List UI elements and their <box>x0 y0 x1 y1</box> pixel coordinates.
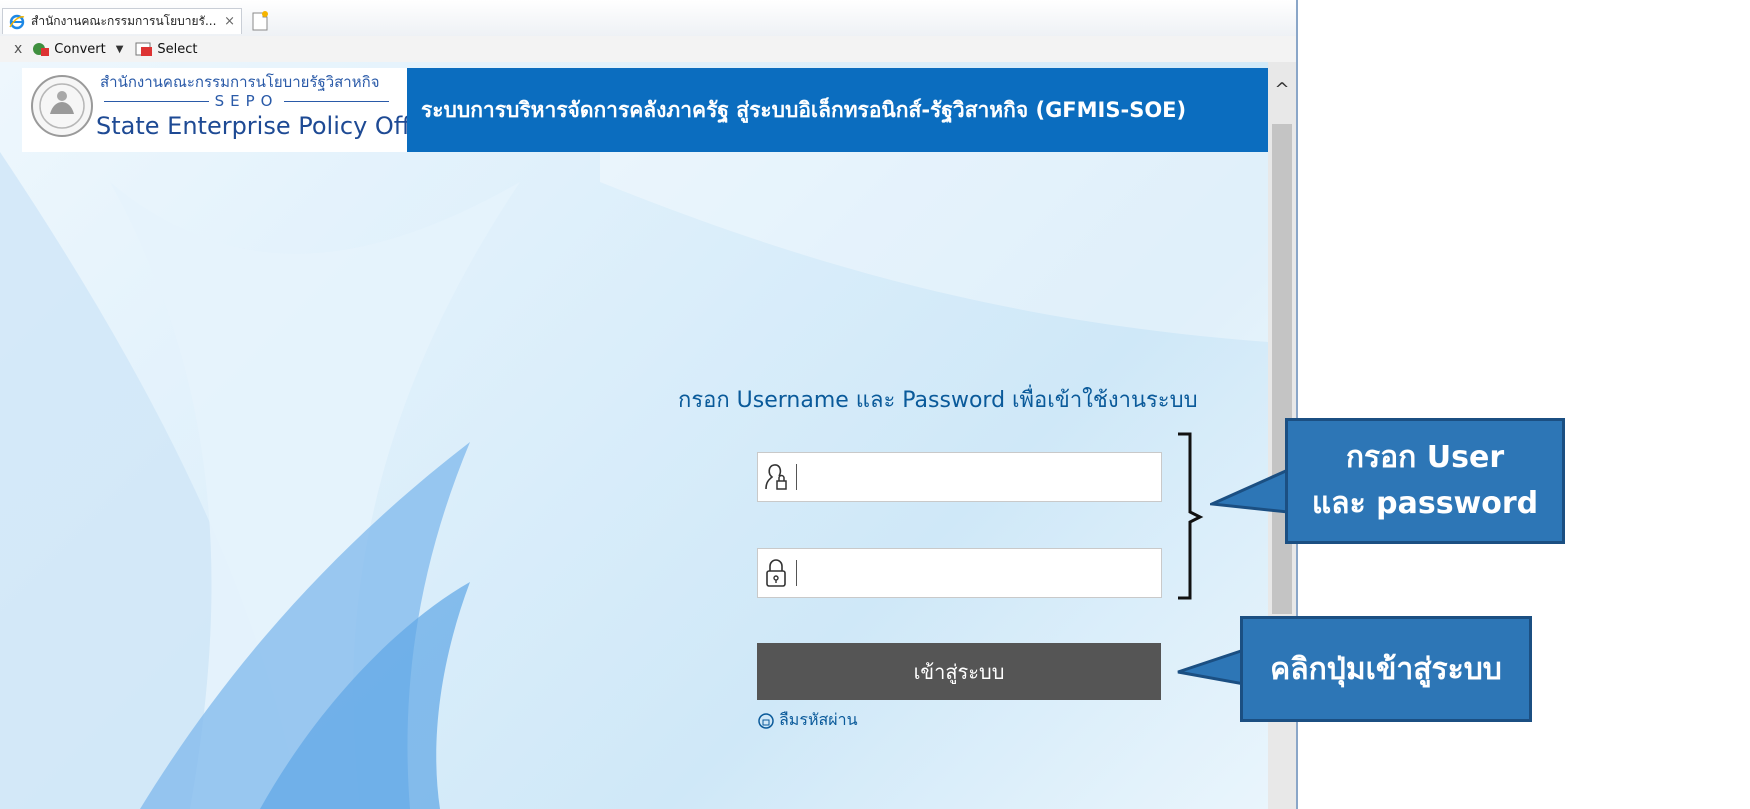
convert-icon <box>33 43 50 56</box>
convert-label: Convert <box>54 41 106 57</box>
callout-2-pointer <box>1177 648 1246 686</box>
logo-abbr: SEPO <box>104 92 390 110</box>
login-prompt: กรอก Username และ Password เพื่อเข้าใช้ง… <box>678 388 1198 413</box>
callout-login-button: คลิกปุ่มเข้าสู่ระบบ <box>1240 616 1532 722</box>
padlock-icon <box>766 559 786 587</box>
seal-logo-icon <box>31 75 93 137</box>
browser-tab[interactable]: สำนักงานคณะกรรมการนโยบายรั... × <box>2 8 242 34</box>
tab-close-icon[interactable]: × <box>224 14 235 29</box>
tab-bar: สำนักงานคณะกรรมการนโยบายรั... × <box>0 0 1296 37</box>
select-label: Select <box>157 41 198 57</box>
header-bar: ระบบการบริหารจัดการคลังภาครัฐ สู่ระบบอิเ… <box>407 68 1268 152</box>
logo-panel: สำนักงานคณะกรรมการนโยบายรัฐวิสาหกิจ SEPO… <box>22 68 445 152</box>
username-input[interactable] <box>797 456 1161 498</box>
logo-english-text: State Enterprise Policy Office <box>96 112 445 140</box>
logo-abbr-text: SEPO <box>214 92 279 110</box>
password-input[interactable] <box>797 552 1161 594</box>
bracket-annotation <box>1178 432 1204 600</box>
chevron-down-icon[interactable]: ▼ <box>116 44 124 55</box>
page-content: สำนักงานคณะกรรมการนโยบายรัฐวิสาหกิจ SEPO… <box>0 62 1268 809</box>
logo-thai-text: สำนักงานคณะกรรมการนโยบายรัฐวิสาหกิจ <box>100 73 380 91</box>
callout-1-line-1: กรอก User <box>1345 440 1505 475</box>
forgot-icon <box>758 712 774 729</box>
tab-title: สำนักงานคณะกรรมการนโยบายรั... <box>31 14 217 28</box>
forgot-label: ลืมรหัสผ่าน <box>779 710 858 729</box>
ie-icon <box>9 14 25 29</box>
password-field[interactable] <box>757 548 1162 598</box>
logo-rule <box>284 100 390 102</box>
page-title: ระบบการบริหารจัดการคลังภาครัฐ สู่ระบบอิเ… <box>421 97 1187 122</box>
toolbar: x Convert ▼ Select <box>0 36 1296 63</box>
select-button[interactable]: Select <box>135 41 198 57</box>
new-tab-icon[interactable] <box>250 10 270 32</box>
scroll-up-icon[interactable]: ^ <box>1268 72 1296 108</box>
logo-rule <box>104 100 209 102</box>
callout-2-text: คลิกปุ่มเข้าสู่ระบบ <box>1270 651 1502 687</box>
browser-window: สำนักงานคณะกรรมการนโยบายรั... × x Conver… <box>0 0 1298 809</box>
callout-user-password: กรอก User และ password <box>1285 418 1565 544</box>
login-button[interactable]: เข้าสู่ระบบ <box>757 643 1161 700</box>
callout-1-line-2: และ password <box>1311 486 1539 521</box>
callout-1-pointer <box>1210 468 1290 514</box>
forgot-password-link[interactable]: ลืมรหัสผ่าน <box>757 708 858 733</box>
user-lock-icon <box>765 464 787 490</box>
select-icon <box>135 42 153 56</box>
username-field[interactable] <box>757 452 1162 502</box>
convert-button[interactable]: Convert ▼ <box>32 41 123 57</box>
toolbar-close-icon[interactable]: x <box>14 41 22 57</box>
